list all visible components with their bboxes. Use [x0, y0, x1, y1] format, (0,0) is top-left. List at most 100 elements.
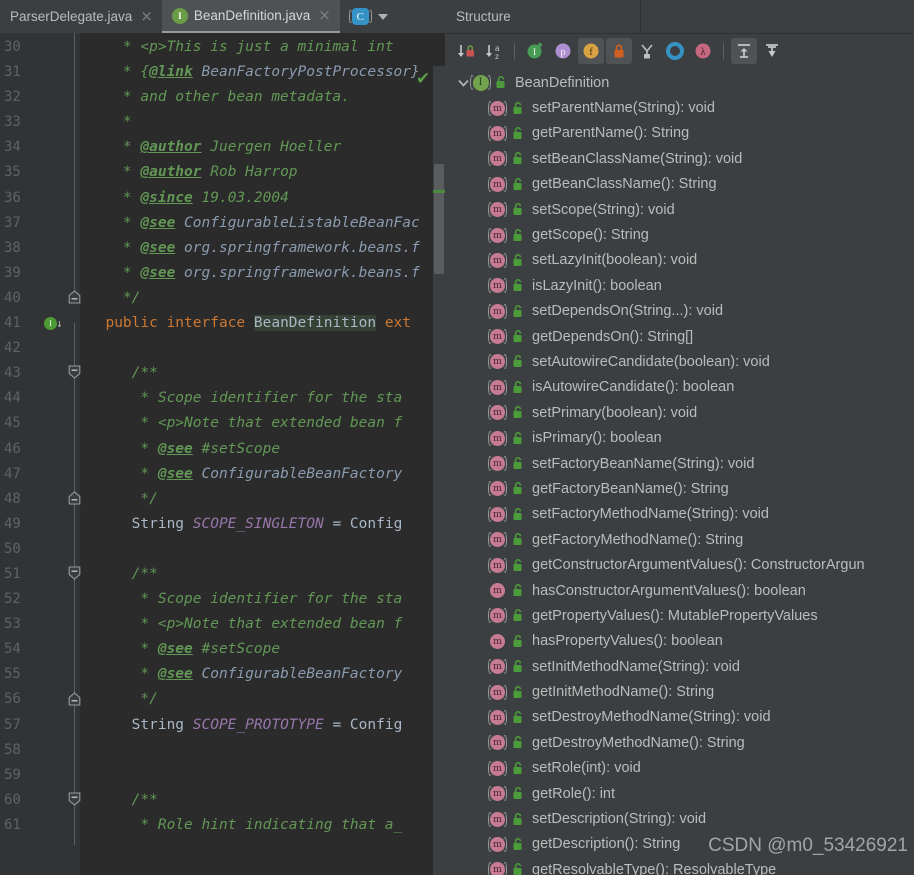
structure-member-row[interactable]: m setFactoryBeanName(String): void — [445, 451, 914, 476]
abstract-method-icon: m — [488, 455, 507, 472]
structure-member-row[interactable]: m getScope(): String — [445, 222, 914, 247]
structure-member-row[interactable]: m getDescription(): String — [445, 832, 914, 857]
code-line[interactable]: * — [80, 110, 445, 135]
structure-member-row[interactable]: m getDependsOn(): String[] — [445, 324, 914, 349]
code-line[interactable]: * Scope identifier for the sta — [80, 587, 445, 612]
code-line[interactable]: public interface BeanDefinition ext — [80, 311, 445, 336]
structure-member-row[interactable]: m setBeanClassName(String): void — [445, 146, 914, 171]
structure-member-row[interactable]: m getFactoryBeanName(): String — [445, 476, 914, 501]
structure-member-row[interactable]: m setDestroyMethodName(String): void — [445, 705, 914, 730]
structure-member-row[interactable]: m hasConstructorArgumentValues(): boolean — [445, 578, 914, 603]
abstract-method-icon: m — [488, 150, 507, 167]
structure-member-row[interactable]: m hasPropertyValues(): boolean — [445, 629, 914, 654]
abstract-method-icon: m — [488, 277, 507, 294]
structure-member-row[interactable]: m setDescription(String): void — [445, 806, 914, 831]
code-line[interactable]: * @see ConfigurableBeanFactory — [80, 462, 445, 487]
code-line[interactable]: * @see ConfigurableListableBeanFac — [80, 211, 445, 236]
tab-close-icon[interactable]: × — [140, 9, 153, 24]
code-line[interactable]: * <p>This is just a minimal int — [80, 35, 445, 60]
implemented-interface-gutter-icon[interactable]: I ↓ — [44, 315, 66, 331]
code-line[interactable]: * @see org.springframework.beans.f — [80, 236, 445, 261]
code-area[interactable]: 30 31 32 33 34 35 36 37 38 39 40 41 42 43 44 45 46 47 48 49… — [0, 33, 445, 875]
show-anonymous-classes-button[interactable] — [662, 38, 688, 64]
structure-member-row[interactable]: m getParentName(): String — [445, 121, 914, 146]
code-line[interactable]: * @see org.springframework.beans.f — [80, 261, 445, 286]
unlocked-green-icon — [511, 329, 525, 344]
structure-member-row[interactable]: m setPrimary(boolean): void — [445, 400, 914, 425]
structure-member-row[interactable]: m setRole(int): void — [445, 756, 914, 781]
structure-member-row[interactable]: m setInitMethodName(String): void — [445, 654, 914, 679]
code-line[interactable] — [80, 763, 445, 788]
check-icon[interactable]: ✔ — [416, 71, 432, 88]
show-lambdas-button[interactable]: λ — [690, 38, 716, 64]
code-line[interactable]: /** — [80, 562, 445, 587]
code-line[interactable]: * and other bean metadata. — [80, 85, 445, 110]
structure-tab[interactable]: Structure — [445, 0, 641, 33]
tab-beandefinition[interactable]: I BeanDefinition.java × — [161, 0, 340, 33]
editor-gutter[interactable]: 30 31 32 33 34 35 36 37 38 39 40 41 42 43 44 45 46 47 48 49… — [0, 33, 81, 875]
code-line[interactable]: String SCOPE_PROTOTYPE = Config — [80, 713, 445, 738]
code-line[interactable]: * <p>Note that extended bean f — [80, 411, 445, 436]
code-line[interactable] — [80, 336, 445, 361]
code-line[interactable]: * @see #setScope — [80, 437, 445, 462]
chevron-down-icon[interactable] — [455, 75, 471, 91]
fold-ribbon — [74, 33, 75, 298]
structure-member-row[interactable]: m setDependsOn(String...): void — [445, 299, 914, 324]
tab-close-icon[interactable]: × — [318, 8, 331, 23]
chevron-down-icon[interactable] — [377, 13, 388, 20]
show-non-public-button[interactable] — [606, 38, 632, 64]
structure-member-row[interactable]: m setParentName(String): void — [445, 95, 914, 120]
sort-alphabetically-button[interactable]: a z — [481, 38, 507, 64]
code-line[interactable]: * {@link BeanFactoryPostProcessor} — [80, 60, 445, 85]
expand-all-button[interactable] — [731, 38, 757, 64]
structure-member-row[interactable]: m getPropertyValues(): MutablePropertyVal… — [445, 603, 914, 628]
code-line[interactable]: */ — [80, 687, 445, 712]
show-inherited-button[interactable]: I — [522, 38, 548, 64]
tab-parserdelegate[interactable]: ParserDelegate.java × — [0, 0, 162, 33]
unlocked-green-icon — [511, 659, 525, 674]
unlocked-green-icon — [511, 532, 525, 547]
structure-member-row[interactable]: m isAutowireCandidate(): boolean — [445, 375, 914, 400]
show-properties-button[interactable]: p — [550, 38, 576, 64]
code-line[interactable]: * Role hint indicating that a_ — [80, 813, 445, 838]
structure-member-row[interactable]: m setAutowireCandidate(boolean): void — [445, 349, 914, 374]
editor-scroll-rail[interactable] — [433, 66, 445, 875]
structure-member-row[interactable]: m getConstructorArgumentValues(): Constru… — [445, 552, 914, 577]
structure-member-row[interactable]: m getResolvableType(): ResolvableType — [445, 857, 914, 875]
code-line[interactable]: * @author Juergen Hoeller — [80, 135, 445, 160]
structure-member-row[interactable]: m getRole(): int — [445, 781, 914, 806]
show-fields-button[interactable]: f — [578, 38, 604, 64]
structure-member-row[interactable]: m setScope(String): void — [445, 197, 914, 222]
code-text[interactable]: * <p>This is just a minimal int * {@link… — [80, 33, 445, 875]
code-line[interactable] — [80, 537, 445, 562]
structure-root-node[interactable]: I BeanDefinition — [445, 70, 914, 95]
collapse-all-button[interactable] — [759, 38, 785, 64]
code-line[interactable]: * @see #setScope — [80, 637, 445, 662]
structure-member-row[interactable]: m setLazyInit(boolean): void — [445, 248, 914, 273]
structure-member-row[interactable]: m getFactoryMethodName(): String — [445, 527, 914, 552]
sort-by-visibility-button[interactable] — [453, 38, 479, 64]
group-by-implementation-button[interactable] — [634, 38, 660, 64]
structure-member-row[interactable]: m isLazyInit(): boolean — [445, 273, 914, 298]
code-line[interactable]: * @author Rob Harrop — [80, 160, 445, 185]
structure-member-row[interactable]: m getBeanClassName(): String — [445, 172, 914, 197]
structure-tree[interactable]: I BeanDefinition m setParentName(String): v… — [445, 68, 914, 875]
code-line[interactable] — [80, 738, 445, 763]
code-token: Juergen Hoeller — [201, 139, 342, 156]
code-line[interactable]: /** — [80, 788, 445, 813]
structure-member-row[interactable]: m getInitMethodName(): String — [445, 679, 914, 704]
code-line[interactable]: * <p>Note that extended bean f — [80, 612, 445, 637]
code-line[interactable]: */ — [80, 487, 445, 512]
code-line[interactable]: /** — [80, 361, 445, 386]
structure-member-row[interactable]: m setFactoryMethodName(String): void — [445, 502, 914, 527]
editor-scrollbar-thumb[interactable] — [434, 164, 444, 274]
code-line[interactable]: * Scope identifier for the sta — [80, 386, 445, 411]
code-line[interactable]: * @since 19.03.2004 — [80, 186, 445, 211]
code-line[interactable]: */ — [80, 286, 445, 311]
code-line[interactable]: * @see ConfigurableBeanFactory — [80, 662, 445, 687]
structure-member-row[interactable]: m isPrimary(): boolean — [445, 425, 914, 450]
unlocked-green-icon — [511, 862, 525, 875]
structure-member-row[interactable]: m getDestroyMethodName(): String — [445, 730, 914, 755]
code-line[interactable]: String SCOPE_SINGLETON = Config — [80, 512, 445, 537]
